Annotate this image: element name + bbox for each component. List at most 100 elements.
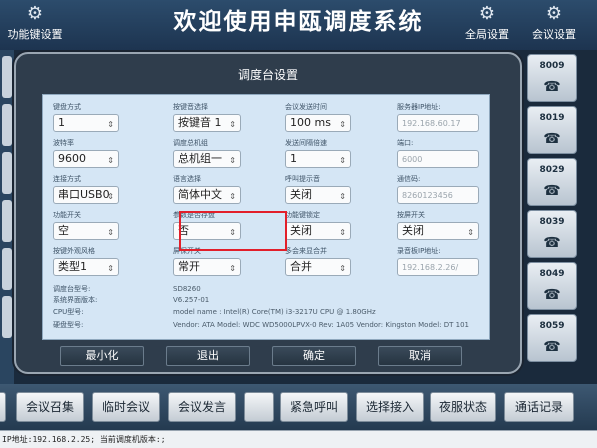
merge-display-field: 多会来显合并 合并 ⇕	[285, 247, 351, 276]
field-label: 连接方式	[53, 175, 81, 183]
temp-conference-button[interactable]: 临时会议	[92, 392, 160, 422]
function-switch-select[interactable]: 空 ⇕	[53, 222, 119, 240]
screensaver-field: 屏保开关 常开 ⇕	[173, 247, 241, 276]
keyboard-mode-field: 键盘方式 1 ⇕	[53, 103, 119, 132]
function-switch-field: 功能开关 空 ⇕	[53, 211, 119, 240]
dropdown-arrow-icon: ⇕	[339, 192, 346, 201]
save-params-select[interactable]: 否 ⇕	[173, 222, 241, 240]
call-log-button[interactable]: 通话记录	[504, 392, 574, 422]
dropdown-arrow-icon: ⇕	[107, 120, 114, 129]
field-label: 参数是否存盘	[173, 211, 215, 219]
dropdown-arrow-icon: ⇕	[107, 156, 114, 165]
conference-call-button[interactable]: 会议召集	[16, 392, 84, 422]
info-value: V6.257-01	[173, 296, 210, 304]
key-style-select[interactable]: 类型1 ⇕	[53, 258, 119, 276]
conference-tile[interactable]: 8019 ☎	[527, 106, 577, 154]
info-value: SD8260	[173, 285, 201, 293]
dropdown-arrow-icon: ⇕	[467, 228, 474, 237]
baud-rate-select[interactable]: 9600 ⇕	[53, 150, 119, 168]
key-tone-select[interactable]: 按键音 1 ⇕	[173, 114, 241, 132]
port-input[interactable]: 6000	[397, 150, 479, 168]
conference-number: 8029	[539, 165, 565, 175]
left-strip-button[interactable]	[2, 296, 12, 338]
conference-number: 8009	[539, 61, 565, 71]
field-label: 呼叫提示音	[285, 175, 320, 183]
select-access-button[interactable]: 选择接入	[356, 392, 424, 422]
field-label: 录音板IP地址:	[397, 247, 441, 255]
cpu-model-row: CPU型号: model name : Intel(R) Core(TM) i3…	[53, 308, 376, 317]
left-strip-button[interactable]	[2, 248, 12, 290]
field-label: 语言选择	[173, 175, 201, 183]
connection-mode-select[interactable]: 串口USB0 ⇕	[53, 186, 119, 204]
conference-settings-label: 会议设置	[532, 28, 576, 41]
field-label: 按键外观风格	[53, 247, 95, 255]
key-style-field: 按键外观风格 类型1 ⇕	[53, 247, 119, 276]
info-value: Vendor: ATA Model: WDC WD5000LPVX-0 Rev:…	[173, 321, 469, 329]
server-ip-input[interactable]: 192.168.60.17	[397, 114, 479, 132]
console-model-row: 调度台型号: SD8260	[53, 285, 201, 294]
recorder-ip-input[interactable]: 192.168.2.26/	[397, 258, 479, 276]
merge-display-select[interactable]: 合并 ⇕	[285, 258, 351, 276]
function-key-lock-field: 功能键锁定 关闭 ⇕	[285, 211, 351, 240]
recorder-ip-field: 录音板IP地址: 192.168.2.26/	[397, 247, 479, 276]
confirm-button[interactable]: 确定	[272, 346, 356, 366]
conference-gear-icon: ⚙	[545, 3, 563, 24]
language-select[interactable]: 简体中文 ⇕	[173, 186, 241, 204]
phone-icon: ☎	[543, 235, 561, 251]
dropdown-arrow-icon: ⇕	[107, 228, 114, 237]
save-params-field: 参数是否存盘 否 ⇕	[173, 211, 241, 240]
connection-mode-field: 连接方式 串口USB0 ⇕	[53, 175, 119, 204]
port-field: 端口: 6000	[397, 139, 479, 168]
global-settings-button[interactable]: ⚙ 全局设置	[458, 4, 516, 42]
dispatch-group-select[interactable]: 总机组一 ⇕	[173, 150, 241, 168]
info-label: CPU型号:	[53, 308, 84, 316]
exit-button[interactable]: 退出	[166, 346, 250, 366]
comm-code-input[interactable]: 8260123456	[397, 186, 479, 204]
conference-speak-button[interactable]: 会议发言	[168, 392, 236, 422]
screen-switch-select[interactable]: 关闭 ⇕	[397, 222, 479, 240]
left-strip-button[interactable]	[2, 152, 12, 194]
screensaver-select[interactable]: 常开 ⇕	[173, 258, 241, 276]
emergency-call-button[interactable]: 紧急呼叫	[280, 392, 348, 422]
left-strip-button[interactable]	[2, 104, 12, 146]
conference-settings-button[interactable]: ⚙ 会议设置	[524, 4, 584, 42]
dropdown-arrow-icon: ⇕	[339, 120, 346, 129]
conference-number: 8039	[539, 217, 565, 227]
phone-icon: ☎	[543, 79, 561, 95]
field-label: 通信码:	[397, 175, 421, 183]
field-label: 功能开关	[53, 211, 81, 219]
info-label: 系统界面版本:	[53, 296, 98, 304]
blank-button[interactable]	[244, 392, 274, 422]
phone-icon: ☎	[543, 287, 561, 303]
conference-tile[interactable]: 8059 ☎	[527, 314, 577, 362]
dropdown-arrow-icon: ⇕	[229, 228, 236, 237]
conference-tile[interactable]: 8029 ☎	[527, 158, 577, 206]
left-strip-button[interactable]	[2, 200, 12, 242]
function-key-lock-select[interactable]: 关闭 ⇕	[285, 222, 351, 240]
field-label: 功能键锁定	[285, 211, 320, 219]
cancel-button[interactable]: 取消	[378, 346, 462, 366]
left-edge-button[interactable]	[0, 392, 6, 422]
conference-send-time-select[interactable]: 100 ms ⇕	[285, 114, 351, 132]
left-button-strip	[0, 50, 14, 388]
conference-tile[interactable]: 8049 ☎	[527, 262, 577, 310]
conference-number: 8059	[539, 321, 565, 331]
field-label: 端口:	[397, 139, 414, 147]
field-label: 调度总机组	[173, 139, 208, 147]
key-tone-field: 按键音选择 按键音 1 ⇕	[173, 103, 241, 132]
conference-tile[interactable]: 8009 ☎	[527, 54, 577, 102]
dropdown-arrow-icon: ⇕	[107, 192, 114, 201]
call-tone-select[interactable]: 关闭 ⇕	[285, 186, 351, 204]
keyboard-mode-select[interactable]: 1 ⇕	[53, 114, 119, 132]
minimize-button[interactable]: 最小化	[60, 346, 144, 366]
conference-number: 8019	[539, 113, 565, 123]
send-interval-select[interactable]: 1 ⇕	[285, 150, 351, 168]
screen-switch-field: 按屏开关 关闭 ⇕	[397, 211, 479, 240]
field-label: 会议发送时间	[285, 103, 327, 111]
left-strip-button[interactable]	[2, 56, 12, 98]
phone-icon: ☎	[543, 339, 561, 355]
conference-tile[interactable]: 8039 ☎	[527, 210, 577, 258]
disk-model-row: 硬盘型号: Vendor: ATA Model: WDC WD5000LPVX-…	[53, 321, 489, 330]
dropdown-arrow-icon: ⇕	[229, 120, 236, 129]
night-service-button[interactable]: 夜服状态	[430, 392, 496, 422]
